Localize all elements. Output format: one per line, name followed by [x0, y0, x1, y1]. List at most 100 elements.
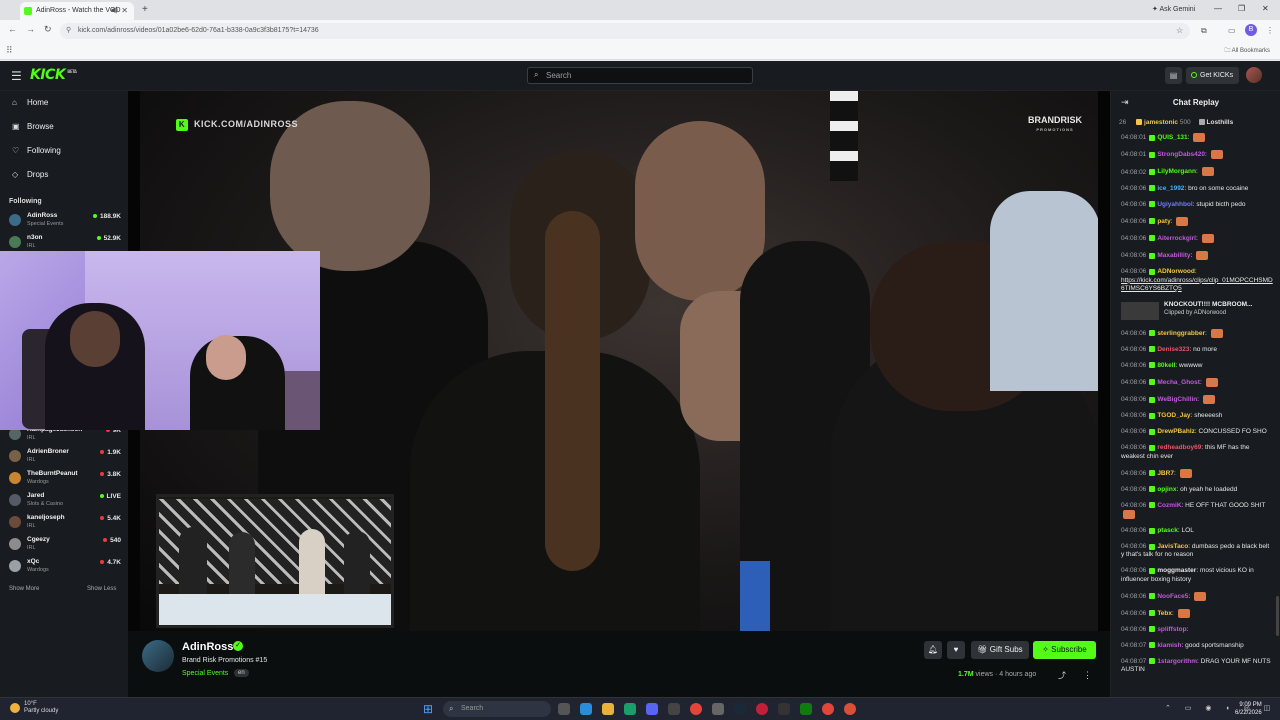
forward-icon[interactable]: → [26, 24, 35, 34]
file-explorer-icon[interactable] [602, 703, 614, 715]
follow-button[interactable]: ♥ [947, 641, 965, 659]
maximize-icon[interactable]: ❐ [1238, 4, 1245, 13]
opera-icon[interactable] [756, 703, 768, 715]
message-username[interactable]: ice_1992 [1157, 185, 1184, 192]
message-username[interactable]: Ugiyahhbol [1157, 201, 1192, 208]
chrome-active-icon[interactable] [822, 703, 834, 715]
message-username[interactable]: TGOD_Jay [1157, 412, 1190, 419]
message-username[interactable]: paty [1157, 218, 1170, 225]
message-username[interactable]: klamish [1157, 642, 1181, 649]
search-bar[interactable]: ⌕ [527, 67, 753, 84]
message-username[interactable]: LilyMorgann [1157, 169, 1196, 176]
sidebar-item-following[interactable]: ♡ Following [12, 144, 61, 158]
message-username[interactable]: NooFace5 [1157, 593, 1188, 600]
close-tab-icon[interactable]: ✕ [121, 6, 128, 15]
all-bookmarks-button[interactable]: 🗀 All Bookmarks [1224, 46, 1270, 56]
close-window-icon[interactable]: ✕ [1262, 4, 1269, 13]
apps-icon[interactable]: ⠿ [6, 45, 13, 56]
more-options-icon[interactable]: ⋮ [1083, 670, 1092, 681]
channel-item-n3on[interactable]: n3on IRL 52.9K [9, 234, 121, 252]
windows-start-icon[interactable]: ⊞ [423, 702, 437, 716]
message-username[interactable]: redheadboy69 [1157, 444, 1201, 451]
share-icon[interactable]: ⤴ [1058, 670, 1066, 681]
channel-item-adinross[interactable]: AdinRoss Special Events 188.9K [9, 212, 121, 230]
minimize-icon[interactable]: — [1214, 4, 1222, 13]
profile-avatar[interactable]: B [1245, 24, 1257, 36]
channel-avatar[interactable] [142, 640, 174, 672]
message-username[interactable]: Mecha_Ghost [1157, 379, 1200, 386]
message-username[interactable]: Aiterrockgirl [1157, 235, 1196, 242]
task-view-icon[interactable] [558, 703, 570, 715]
message-username[interactable]: Maxabillity [1157, 252, 1190, 259]
message-username[interactable]: Tebx [1157, 610, 1172, 617]
app-icon[interactable] [668, 703, 680, 715]
channel-name[interactable]: AdinRoss [182, 641, 233, 653]
channel-item-adrienbroner[interactable]: AdrienBroner IRL 1.9K [9, 448, 121, 466]
sidebar-item-home[interactable]: ⌂ Home [12, 96, 48, 110]
message-username[interactable]: sterlinggrabber [1157, 330, 1205, 337]
message-username[interactable]: CozmiK [1157, 502, 1181, 509]
new-tab-button[interactable]: + [142, 4, 148, 15]
clock[interactable]: 9:09 PM 6/22/2026 [1235, 701, 1262, 717]
message-username[interactable]: 1stargorithm [1157, 658, 1197, 665]
sidebar-item-browse[interactable]: ▣ Browse [12, 120, 54, 134]
app-icon[interactable] [844, 703, 856, 715]
gifter-name[interactable]: jamestonic [1144, 119, 1178, 126]
message-username[interactable]: QUIS_131 [1157, 134, 1187, 141]
app-icon[interactable] [712, 703, 724, 715]
user-avatar[interactable] [1246, 67, 1262, 83]
gift-subs-button[interactable]: 🎁︎ Gift Subs [971, 641, 1029, 659]
store-icon[interactable] [624, 703, 636, 715]
message-username[interactable]: ptasck [1157, 527, 1178, 534]
show-more-link[interactable]: Show More [9, 586, 39, 592]
message-username[interactable]: JavisTaco [1157, 543, 1188, 550]
taskbar-search[interactable]: ⌕ Search [443, 701, 551, 717]
message-username[interactable]: spliffstop [1157, 626, 1186, 633]
subscribe-button[interactable]: ✧ Subscribe [1033, 641, 1096, 659]
message-username[interactable]: WeBigChillin [1157, 396, 1197, 403]
channel-item-xqc[interactable]: xQc Wardogs 4.7K [9, 558, 121, 576]
channel-item-kaneljoseph[interactable]: kaneljoseph IRL 5.4K [9, 514, 121, 532]
message-username[interactable]: Denise323 [1157, 346, 1189, 353]
ask-gemini-button[interactable]: ✦ Ask Gemini [1152, 5, 1195, 13]
edge-icon[interactable] [580, 703, 592, 715]
back-icon[interactable]: ← [8, 24, 17, 34]
language-tag[interactable]: en [234, 669, 249, 677]
search-input[interactable] [546, 69, 746, 82]
message-username[interactable]: moggmaster [1157, 567, 1196, 574]
channel-item-jared[interactable]: Jared Slots & Casino LIVE [9, 492, 121, 510]
layout-toggle-button[interactable]: ▤ [1165, 67, 1182, 84]
channel-item-cgeezy[interactable]: Cgeezy IRL 540 [9, 536, 121, 554]
message-username[interactable]: ADNorwood [1157, 268, 1195, 275]
omnibox[interactable]: ⚲ kick.com/adinross/videos/01a02be6-62d0… [60, 23, 1190, 39]
audio-icon[interactable]: ◀) [110, 6, 118, 14]
kick-logo[interactable]: KICK BETA [30, 67, 77, 83]
channel-item-theburntpeanut[interactable]: TheBurntPeanut Wardogs 3.8K [9, 470, 121, 488]
notifications-button[interactable]: 🔔︎ [924, 641, 942, 659]
chat-scrollbar[interactable] [1276, 596, 1279, 636]
message-username[interactable]: opjinx [1157, 486, 1176, 493]
bookmark-star-icon[interactable]: ☆ [1176, 26, 1183, 35]
message-username[interactable]: 80kell [1157, 362, 1175, 369]
sidebar-item-drops[interactable]: ◇ Drops [12, 168, 48, 182]
tab-search-icon[interactable]: ▭ [1228, 26, 1236, 35]
message-username[interactable]: JBR7 [1157, 470, 1174, 477]
menu-dots-icon[interactable]: ⋮ [1266, 26, 1274, 35]
clip-embed[interactable]: KNOCKOUT!!!! MCBROOM... Clipped by ADNorw… [1121, 301, 1273, 321]
browser-tab[interactable]: AdinRoss - Watch the VOD ◀) ✕ [20, 2, 134, 20]
reload-icon[interactable]: ↻ [44, 24, 52, 35]
site-info-icon[interactable]: ⚲ [66, 26, 71, 34]
message-username[interactable]: DrewPBahlz [1157, 428, 1195, 435]
gifter-name[interactable]: Losthills [1207, 119, 1234, 126]
xbox-icon[interactable] [800, 703, 812, 715]
discord-icon[interactable] [646, 703, 658, 715]
message-text[interactable]: https://kick.com/adinross/clips/clip_01M… [1121, 277, 1273, 292]
stream-category[interactable]: Special Events [182, 670, 228, 677]
extensions-icon[interactable]: ⧉ [1201, 26, 1207, 36]
weather-widget[interactable]: 10°F Partly cloudy [10, 701, 58, 715]
get-kicks-button[interactable]: Get KICKs [1186, 67, 1239, 84]
message-username[interactable]: StrongDabs420 [1157, 151, 1205, 158]
app-icon[interactable] [778, 703, 790, 715]
steam-icon[interactable] [734, 703, 746, 715]
show-less-link[interactable]: Show Less [87, 586, 116, 592]
